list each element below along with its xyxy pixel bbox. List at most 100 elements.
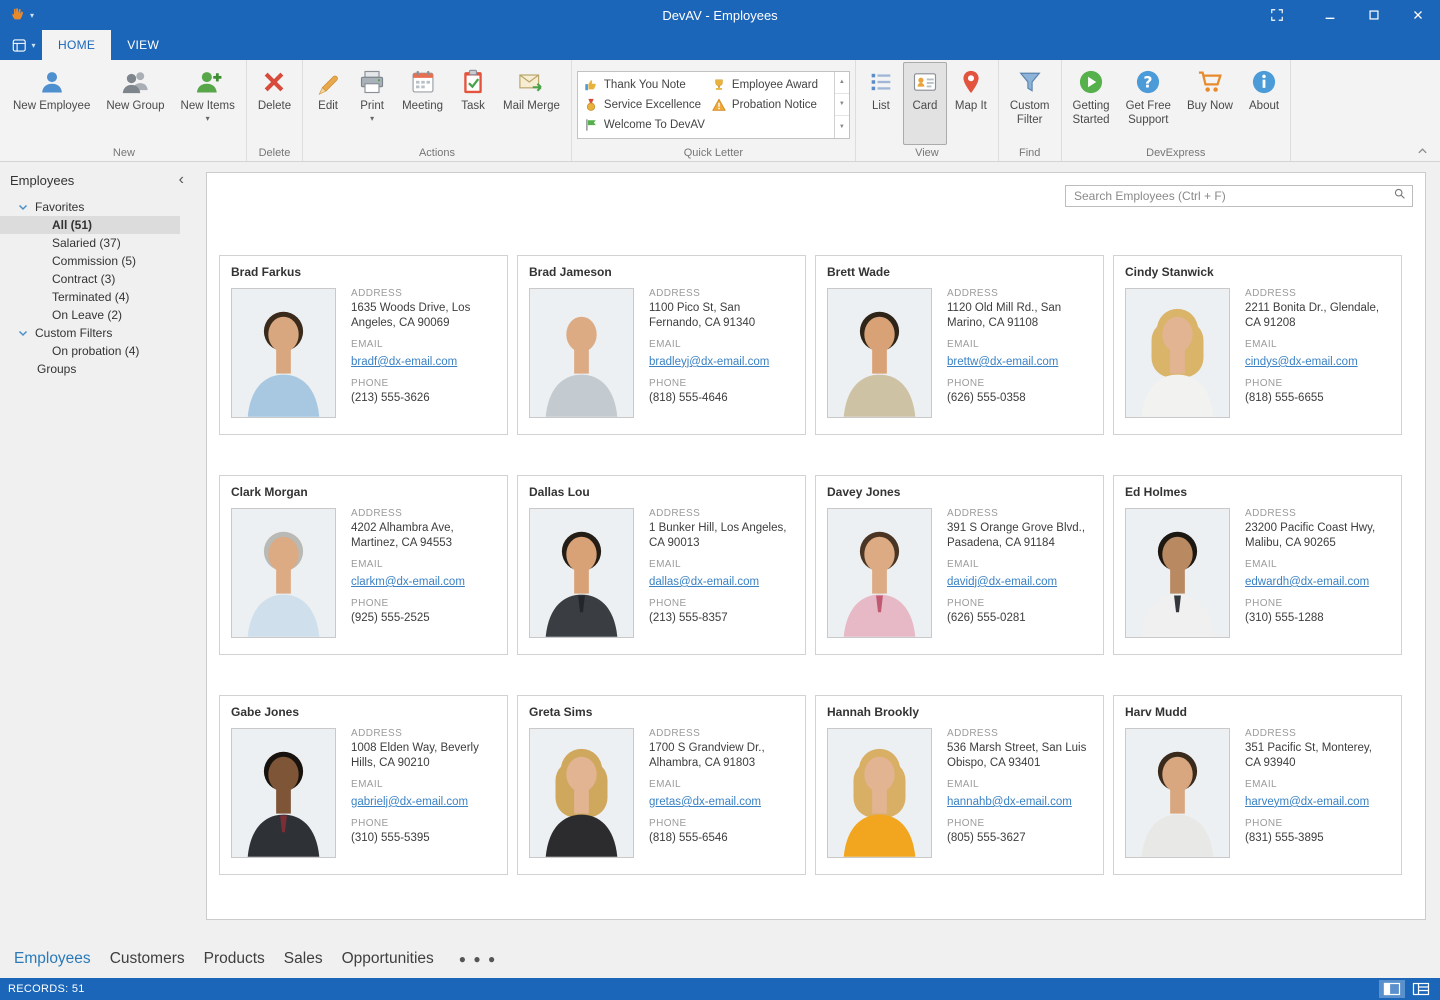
mapit-icon [957,68,985,96]
panel-view-toggle-icon[interactable] [1379,980,1405,998]
sidebar-item-all-51[interactable]: All (51) [0,216,180,234]
employee-card-brad-jameson[interactable]: Brad JamesonADDRESS1100 Pico St, San Fer… [517,255,806,435]
meeting-button[interactable]: Meeting [394,62,451,145]
email-link[interactable]: bradleyj@dx-email.com [649,356,769,368]
email-label: EMAIL [649,779,794,790]
delete-button[interactable]: Delete [250,62,299,145]
about-button[interactable]: About [1241,62,1287,145]
new-group-button[interactable]: New Group [98,62,172,145]
email-link[interactable]: brettw@dx-email.com [947,356,1058,368]
search-input[interactable] [1074,189,1393,203]
employee-card-grid: Brad FarkusADDRESS1635 Woods Drive, Los … [219,255,1413,875]
minimize-button[interactable] [1308,0,1352,30]
employee-card-gabe-jones[interactable]: Gabe JonesADDRESS1008 Elden Way, Beverly… [219,695,508,875]
bottom-tab-employees[interactable]: Employees [14,950,91,968]
card-icon [911,68,939,96]
employee-card-dallas-lou[interactable]: Dallas LouADDRESS1 Bunker Hill, Los Ange… [517,475,806,655]
employee-card-davey-jones[interactable]: Davey JonesADDRESS391 S Orange Grove Blv… [815,475,1104,655]
employee-card-brett-wade[interactable]: Brett WadeADDRESS1120 Old Mill Rd., San … [815,255,1104,435]
app-menu-button[interactable]: ▾ [6,30,42,60]
card-button[interactable]: Card [903,62,947,145]
sidebar-item-on-leave-2[interactable]: On Leave (2) [0,306,180,324]
ribbon-group-devexpress: Getting Started?Get Free SupportBuy NowA… [1062,60,1292,161]
new-employee-button[interactable]: New Employee [5,62,98,145]
ribbon-group-caption: Delete [247,147,302,159]
grid-view-toggle-icon[interactable] [1408,980,1434,998]
edit-button[interactable]: Edit [306,62,350,145]
email-link[interactable]: harveym@dx-email.com [1245,796,1369,808]
quick-letter-employee-award[interactable]: Employee Award [706,75,834,95]
tab-view[interactable]: VIEW [111,30,175,60]
chevron-down-icon[interactable] [18,330,30,337]
email-link[interactable]: bradf@dx-email.com [351,356,457,368]
employee-photo [231,288,336,418]
sidebar: Employees ‹ FavoritesAll (51)Salaried (3… [0,162,196,940]
gallery-scroll-down-icon[interactable]: ▼ [835,94,849,116]
ribbon-collapse-button[interactable] [1414,145,1430,157]
employee-card-hannah-brookly[interactable]: Hannah BrooklyADDRESS536 Marsh Street, S… [815,695,1104,875]
email-link[interactable]: gretas@dx-email.com [649,796,761,808]
gallery-scrollbar[interactable]: ▲▼▼ [834,72,849,138]
fit-window-button[interactable] [1262,0,1292,30]
sidebar-item-groups[interactable]: Groups [0,360,180,378]
chevron-down-icon[interactable] [18,204,30,211]
quick-letter-welcome-to-devav[interactable]: Welcome To DevAV [578,115,706,135]
sidebar-item-contract-3[interactable]: Contract (3) [0,270,180,288]
sidebar-item-salaried-37[interactable]: Salaried (37) [0,234,180,252]
employee-photo [827,728,932,858]
employee-card-ed-holmes[interactable]: Ed HolmesADDRESS23200 Pacific Coast Hwy,… [1113,475,1402,655]
new-items-button[interactable]: New Items▾ [173,62,243,145]
bottom-tab-sales[interactable]: Sales [284,950,323,968]
sidebar-collapse-icon[interactable]: ‹ [179,172,184,188]
search-icon[interactable] [1393,187,1406,205]
employee-card-clark-morgan[interactable]: Clark MorganADDRESS4202 Alhambra Ave, Ma… [219,475,508,655]
gallery-scroll-up-icon[interactable]: ▲ [835,72,849,94]
email-link[interactable]: dallas@dx-email.com [649,576,759,588]
phone-label: PHONE [947,598,1092,609]
sidebar-item-commission-5[interactable]: Commission (5) [0,252,180,270]
sidebar-item-on-probation-4[interactable]: On probation (4) [0,342,180,360]
task-button[interactable]: Task [451,62,495,145]
tab-overflow-button[interactable]: ● ● ● [459,952,497,966]
bottom-tab-products[interactable]: Products [204,950,265,968]
gallery-more-icon[interactable]: ▼ [835,116,849,137]
sidebar-item-favorites[interactable]: Favorites [0,198,180,216]
app-logo[interactable]: ▾ [10,5,34,26]
address-label: ADDRESS [947,288,1092,299]
custom-filter-button[interactable]: Custom Filter [1002,62,1058,145]
get-free-support-button[interactable]: ?Get Free Support [1118,62,1179,145]
employee-card-greta-sims[interactable]: Greta SimsADDRESS1700 S Grandview Dr., A… [517,695,806,875]
address-label: ADDRESS [1245,508,1390,519]
bottom-tab-bar: Employees Customers Products Sales Opportuni… [0,940,1440,978]
maximize-button[interactable] [1352,0,1396,30]
quick-letter-probation-notice[interactable]: Probation Notice [706,95,834,115]
list-button[interactable]: List [859,62,903,145]
status-view-toggles [1379,980,1434,998]
window-title: DevAV - Employees [0,8,1440,23]
email-link[interactable]: gabrielj@dx-email.com [351,796,468,808]
quick-letter-thank-you-note[interactable]: Thank You Note [578,75,706,95]
email-link[interactable]: edwardh@dx-email.com [1245,576,1369,588]
mail-merge-button[interactable]: Mail Merge [495,62,568,145]
close-button[interactable] [1396,0,1440,30]
quick-letter-service-excellence[interactable]: Service Excellence [578,95,706,115]
tab-home[interactable]: HOME [42,30,111,60]
employee-card-harv-mudd[interactable]: Harv MuddADDRESS351 Pacific St, Monterey… [1113,695,1402,875]
buy-now-button[interactable]: Buy Now [1179,62,1241,145]
bottom-tab-opportunities[interactable]: Opportunities [342,950,434,968]
sidebar-item-custom-filters[interactable]: Custom Filters [0,324,180,342]
employee-card-cindy-stanwick[interactable]: Cindy StanwickADDRESS2211 Bonita Dr., Gl… [1113,255,1402,435]
employee-name: Hannah Brookly [827,705,1092,719]
employee-card-brad-farkus[interactable]: Brad FarkusADDRESS1635 Woods Drive, Los … [219,255,508,435]
print-button[interactable]: Print▾ [350,62,394,145]
ribbon: New EmployeeNew GroupNew Items▾NewDelete… [0,60,1440,162]
email-link[interactable]: hannahb@dx-email.com [947,796,1072,808]
bottom-tab-customers[interactable]: Customers [110,950,185,968]
email-link[interactable]: davidj@dx-email.com [947,576,1057,588]
task-icon [459,68,487,96]
email-link[interactable]: cindys@dx-email.com [1245,356,1358,368]
getting-started-button[interactable]: Getting Started [1065,62,1118,145]
sidebar-item-terminated-4[interactable]: Terminated (4) [0,288,180,306]
map-it-button[interactable]: Map It [947,62,995,145]
email-link[interactable]: clarkm@dx-email.com [351,576,465,588]
